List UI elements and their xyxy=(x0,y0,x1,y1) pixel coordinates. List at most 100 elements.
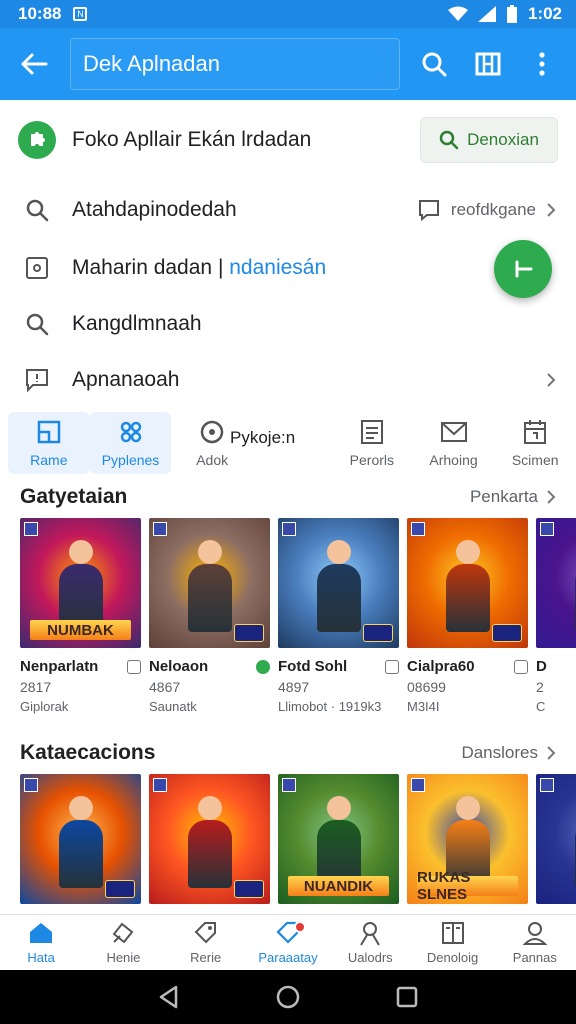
signal-icon xyxy=(477,6,496,22)
account-icon xyxy=(522,920,548,946)
notification-dot xyxy=(293,921,306,933)
search-button[interactable] xyxy=(416,46,452,82)
notification-icon: N xyxy=(73,7,88,21)
nav-item-6[interactable]: Pannas xyxy=(494,915,576,970)
app-card[interactable]: Neloaon 4867 Saunatk xyxy=(149,518,270,714)
app-thumbnail[interactable]: NUANDIK xyxy=(278,774,399,904)
search-icon xyxy=(20,193,54,227)
app-card-list-2: NUANDIK RUKAS SLNES xyxy=(20,774,576,904)
menu-item-side-label: reofdkgane xyxy=(450,200,536,219)
section-more-label: Danslores xyxy=(461,743,538,762)
game-logo: NUANDIK xyxy=(288,876,389,896)
app-card[interactable]: Cialpra60 08699 M3I4I xyxy=(407,518,528,714)
book-icon xyxy=(440,920,466,946)
category-4[interactable]: Arhoing xyxy=(413,412,495,474)
app-thumbnail[interactable] xyxy=(20,774,141,904)
app-card[interactable]: Fotd Sohl 4897 Llimobot · 1919k3 xyxy=(278,518,399,714)
app-count: 2817 xyxy=(20,679,52,695)
publisher-badge-icon xyxy=(24,522,38,536)
tag-icon xyxy=(193,920,219,946)
section-title: Kataecacions xyxy=(20,741,156,764)
app-card[interactable] xyxy=(20,774,141,904)
category-3[interactable]: Perorls xyxy=(331,412,413,474)
category-0[interactable]: Rame xyxy=(8,412,90,474)
nav-item-label: Paraaatay xyxy=(258,950,318,965)
app-count: 4897 xyxy=(278,679,310,695)
character-art xyxy=(55,796,107,888)
game-chip-icon xyxy=(234,880,264,898)
app-subtitle: M3I4I xyxy=(407,699,440,714)
recents-square-icon[interactable] xyxy=(396,986,418,1008)
status-right-time: 1:02 xyxy=(527,4,562,23)
home-circle-icon[interactable] xyxy=(275,984,301,1010)
status-time: 10:88 xyxy=(18,4,62,23)
character-body xyxy=(58,820,103,888)
menu-item-3[interactable]: Apnanaoah xyxy=(0,352,576,408)
nav-item-4[interactable]: Ualodrs xyxy=(329,915,411,970)
more-button[interactable] xyxy=(524,46,560,82)
publisher-badge-icon xyxy=(153,778,167,792)
nav-item-3[interactable]: Paraaatay xyxy=(247,915,329,970)
app-thumbnail[interactable]: NUMBAK xyxy=(20,518,141,648)
nav-item-label: Rerie xyxy=(190,950,222,965)
chat-icon xyxy=(418,200,439,222)
feedback-icon xyxy=(20,363,54,397)
app-card[interactable] xyxy=(149,774,270,904)
character-head xyxy=(197,540,222,564)
arrow-left-icon xyxy=(21,53,48,75)
app-card[interactable] xyxy=(536,774,576,904)
category-5[interactable]: Scimen xyxy=(494,412,576,474)
menu-item-0[interactable]: Atahdapinodedah reofdkgane xyxy=(0,182,576,238)
puzzle-icon xyxy=(117,418,145,446)
section-more-link[interactable]: Danslores xyxy=(461,743,556,763)
mail-icon xyxy=(440,418,468,446)
app-name: D xyxy=(536,658,547,675)
menu-item-2[interactable]: Kangdlmnaah xyxy=(0,296,576,352)
grid-button[interactable] xyxy=(470,46,506,82)
fab-button[interactable] xyxy=(494,240,552,298)
back-triangle-icon[interactable] xyxy=(158,985,180,1009)
app-name-row: Fotd Sohl xyxy=(278,658,399,675)
app-thumbnail[interactable] xyxy=(278,518,399,648)
search-input[interactable]: Dek Aplnadan xyxy=(70,38,400,90)
document-icon xyxy=(358,418,386,446)
promo-button[interactable]: Denoxian xyxy=(420,117,558,163)
nav-item-0[interactable]: Hata xyxy=(0,915,82,970)
app-card[interactable]: RUKAS SLNES xyxy=(407,774,528,904)
app-thumbnail[interactable] xyxy=(536,518,576,648)
nav-item-5[interactable]: Denoloig xyxy=(411,915,493,970)
nav-item-label: Henie xyxy=(106,950,141,965)
menu-item-1[interactable]: Maharin dadan | ndaniesán xyxy=(0,240,576,296)
app-card[interactable]: D 2 C xyxy=(536,518,576,714)
app-card[interactable]: NUMBAK Nenparlatn 2817 Giplorak xyxy=(20,518,141,714)
app-subtitle: Llimobot · 1919k3 xyxy=(278,699,382,714)
app-thumbnail[interactable] xyxy=(536,774,576,904)
nav-item-label: Denoloig xyxy=(426,950,479,965)
section-more-link[interactable]: Penkarta xyxy=(470,487,556,507)
menu-item-label: Apnanaoah xyxy=(72,368,180,391)
character-head xyxy=(326,540,351,564)
app-thumbnail[interactable] xyxy=(407,518,528,648)
app-name-row: Cialpra60 xyxy=(407,658,528,675)
nav-item-1[interactable]: Henie xyxy=(82,915,164,970)
category-1[interactable]: Pyplenes xyxy=(89,412,172,474)
nav-item-2[interactable]: Rerie xyxy=(165,915,247,970)
app-name: Neloaon xyxy=(149,658,209,675)
character-art xyxy=(571,796,576,888)
bottom-navigation: Hata Henie Rerie Paraaatay Ualodrs Denoloig Pa… xyxy=(0,914,576,970)
app-card[interactable]: NUANDIK xyxy=(278,774,399,904)
more-vert-icon xyxy=(539,52,545,76)
game-chip-icon xyxy=(363,624,393,642)
person-icon xyxy=(357,920,383,946)
menu-item-link[interactable]: ndaniesán xyxy=(229,256,326,279)
app-thumbnail[interactable] xyxy=(149,518,270,648)
character-body xyxy=(316,564,361,632)
app-thumbnail[interactable]: RUKAS SLNES xyxy=(407,774,528,904)
app-thumbnail[interactable] xyxy=(149,774,270,904)
character-head xyxy=(455,796,480,820)
menu-item-1-text: Maharin dadan xyxy=(72,256,213,279)
app-count: 4867 xyxy=(149,679,181,695)
chevron-right-icon xyxy=(547,203,556,217)
publisher-badge-icon xyxy=(153,522,167,536)
back-button[interactable] xyxy=(12,42,56,86)
